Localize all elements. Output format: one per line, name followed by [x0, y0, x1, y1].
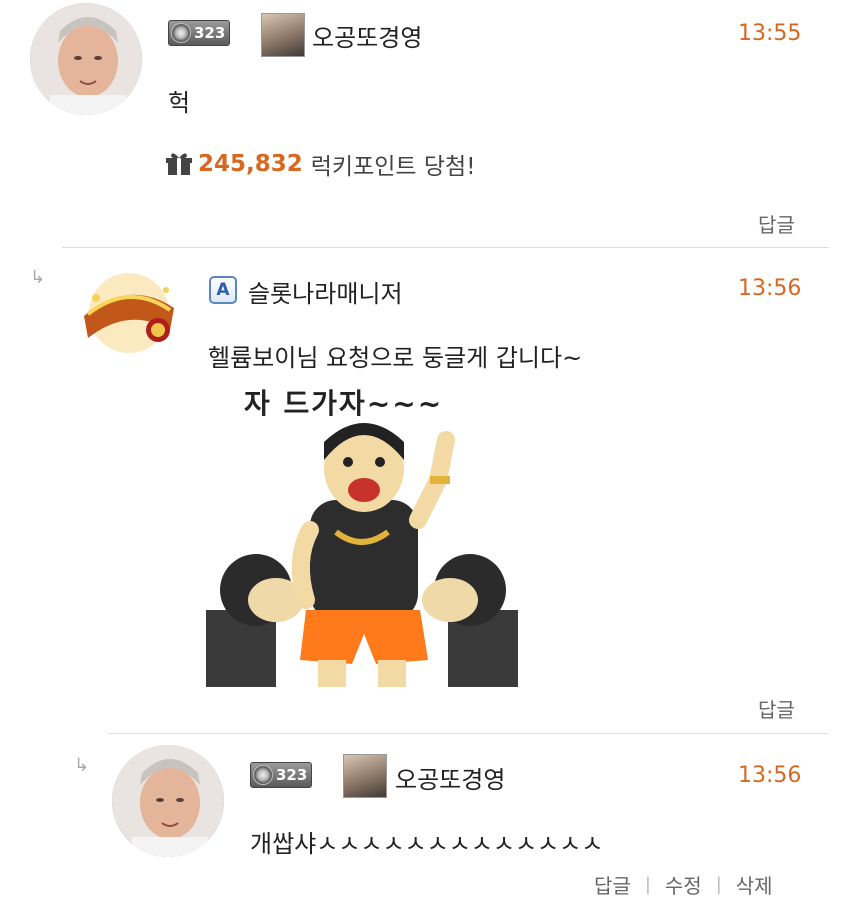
- sticker-image: 자 드가자~~~: [206, 380, 518, 687]
- avatar[interactable]: [30, 3, 142, 115]
- comment-text: 개쌉샤ㅅㅅㅅㅅㅅㅅㅅㅅㅅㅅㅅㅅㅅ: [250, 830, 604, 858]
- delete-button[interactable]: 삭제: [736, 870, 773, 899]
- avatar-photo: [112, 745, 224, 857]
- manager-avatar[interactable]: [74, 268, 184, 358]
- level-number: 323: [194, 24, 226, 42]
- edit-button[interactable]: 수정: [665, 870, 702, 899]
- level-number: 323: [276, 766, 308, 784]
- action-separator: |: [715, 874, 722, 895]
- comment-time: 13:55: [738, 21, 802, 46]
- admin-badge-icon: A: [209, 276, 237, 304]
- profile-thumbnail: [261, 13, 305, 57]
- comment-actions: 답글 | 수정 | 삭제: [594, 870, 773, 899]
- comment-time: 13:56: [738, 763, 802, 788]
- nickname[interactable]: 오공또경영: [395, 760, 505, 795]
- comment-text: 헉: [168, 89, 191, 117]
- lucky-point-text: 럭키포인트 당첨!: [310, 154, 476, 180]
- nickname[interactable]: 슬롯나라매니저: [248, 274, 403, 309]
- level-badge-icon: [171, 23, 191, 43]
- comment-text: 헬륨보이님 요청으로 둥글게 갑니다~: [208, 344, 583, 372]
- divider: [62, 247, 829, 248]
- reply-button[interactable]: 답글: [594, 870, 631, 899]
- reply-arrow-icon: ↳: [30, 267, 46, 288]
- sticker-illustration: [206, 423, 518, 687]
- level-badge: 323: [250, 762, 313, 788]
- comment-time: 13:56: [738, 276, 802, 301]
- action-separator: |: [644, 874, 651, 895]
- slot-nara-logo: [84, 273, 174, 353]
- lucky-point-amount: 245,832: [198, 151, 303, 177]
- divider: [108, 733, 829, 734]
- reply-button[interactable]: 답글: [758, 694, 795, 723]
- reply-arrow-icon: ↳: [74, 755, 90, 776]
- gift-icon: [166, 153, 192, 175]
- profile-thumbnail: [343, 754, 387, 798]
- lucky-point-notice: 245,832 럭키포인트 당첨!: [166, 147, 475, 181]
- sticker-caption: 자 드가자~~~: [244, 387, 444, 420]
- avatar-photo: [30, 3, 142, 115]
- level-badge-icon: [253, 765, 273, 785]
- level-badge: 323: [168, 20, 231, 46]
- reply-button[interactable]: 답글: [758, 209, 795, 238]
- nickname[interactable]: 오공또경영: [312, 18, 422, 53]
- avatar[interactable]: [112, 745, 224, 857]
